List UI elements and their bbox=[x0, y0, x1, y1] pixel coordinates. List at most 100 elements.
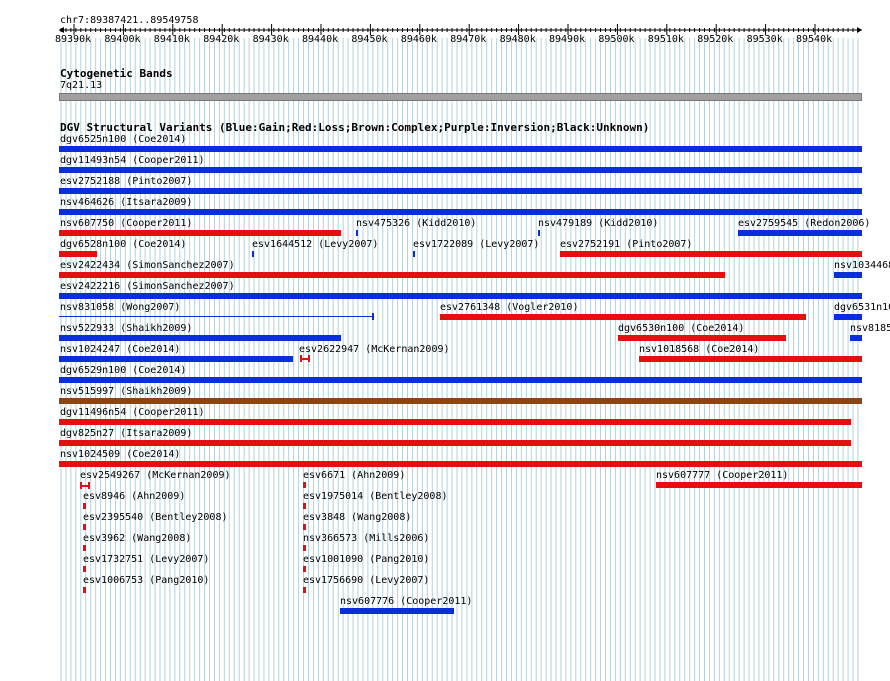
feature-bar[interactable] bbox=[59, 230, 341, 236]
feature-label: dgv825n27 (Itsara2009) bbox=[60, 428, 193, 439]
feature-label: esv2752191 (Pinto2007) bbox=[560, 239, 693, 250]
feature-bar[interactable] bbox=[59, 293, 862, 299]
feature-label: esv3962 (Wang2008) bbox=[83, 533, 192, 544]
feature-bar[interactable] bbox=[656, 482, 862, 488]
feature-bar-end-cap bbox=[88, 482, 90, 489]
dgv-track-title: DGV Structural Variants (Blue:Gain;Red:L… bbox=[60, 121, 650, 134]
feature-bar[interactable] bbox=[83, 503, 86, 509]
ruler-tick-label: 89530k bbox=[746, 34, 783, 45]
feature-bar[interactable] bbox=[59, 356, 293, 362]
ruler-tick-label: 89510k bbox=[647, 34, 684, 45]
feature-bar[interactable] bbox=[252, 251, 254, 257]
ruler-tick-label: 89440k bbox=[302, 34, 339, 45]
feature-label: nsv1018568 (Coe2014) bbox=[639, 344, 760, 355]
feature-bar[interactable] bbox=[834, 314, 862, 320]
feature-label: nsv1034468 bbox=[834, 260, 890, 271]
feature-bar[interactable] bbox=[59, 440, 851, 446]
ruler-tick-label: 89400k bbox=[104, 34, 141, 45]
feature-label: esv8946 (Ahn2009) bbox=[83, 491, 186, 502]
feature-label: esv1975014 (Bentley2008) bbox=[303, 491, 448, 502]
ruler-right-arrow bbox=[857, 27, 862, 33]
ruler-tick-label: 89420k bbox=[203, 34, 240, 45]
feature-bar[interactable] bbox=[639, 356, 862, 362]
feature-label: nsv464626 (Itsara2009) bbox=[60, 197, 193, 208]
feature-bar[interactable] bbox=[738, 230, 862, 236]
feature-bar[interactable] bbox=[59, 167, 862, 173]
feature-bar[interactable] bbox=[59, 398, 862, 404]
feature-label: nsv1024509 (Coe2014) bbox=[60, 449, 181, 460]
ruler-tick-label: 89500k bbox=[598, 34, 635, 45]
feature-bar[interactable] bbox=[59, 272, 725, 278]
feature-bar[interactable] bbox=[59, 209, 862, 215]
feature-label: esv1644512 (Levy2007) bbox=[252, 239, 379, 250]
feature-label: esv2549267 (McKernan2009) bbox=[80, 470, 231, 481]
feature-label: esv2422216 (SimonSanchez2007) bbox=[60, 281, 235, 292]
feature-label: nsv515997 (Shaikh2009) bbox=[60, 386, 193, 397]
feature-bar[interactable] bbox=[59, 146, 862, 152]
ruler-tick-label: 89390k bbox=[55, 34, 92, 45]
feature-label: esv2422434 (SimonSanchez2007) bbox=[60, 260, 235, 271]
feature-bar[interactable] bbox=[560, 251, 862, 257]
feature-bar[interactable] bbox=[59, 335, 341, 341]
ruler-tick-label: 89470k bbox=[450, 34, 487, 45]
feature-bar[interactable] bbox=[59, 377, 862, 383]
feature-label: dgv11493n54 (Cooper2011) bbox=[60, 155, 205, 166]
feature-label: esv1001090 (Pang2010) bbox=[303, 554, 430, 565]
feature-bar[interactable] bbox=[618, 335, 786, 341]
feature-label: dgv6529n100 (Coe2014) bbox=[60, 365, 187, 376]
feature-label: nsv607776 (Cooper2011) bbox=[340, 596, 473, 607]
feature-bar[interactable] bbox=[340, 608, 454, 614]
feature-bar-end-cap bbox=[372, 313, 374, 320]
ruler-tick-label: 89480k bbox=[499, 34, 536, 45]
ruler-tick-label: 89490k bbox=[549, 34, 586, 45]
feature-bar-thin[interactable] bbox=[59, 316, 373, 317]
feature-bar[interactable] bbox=[303, 566, 306, 572]
feature-bar[interactable] bbox=[538, 230, 540, 236]
feature-bar[interactable] bbox=[850, 335, 862, 341]
feature-bar[interactable] bbox=[83, 587, 86, 593]
cytoband-track-title: Cytogenetic Bands bbox=[60, 67, 173, 80]
cytoband-bar[interactable] bbox=[59, 93, 862, 101]
feature-bar[interactable] bbox=[303, 503, 306, 509]
feature-bar[interactable] bbox=[440, 314, 806, 320]
feature-label: dgv6528n100 (Coe2014) bbox=[60, 239, 187, 250]
feature-label: nsv607750 (Cooper2011) bbox=[60, 218, 193, 229]
feature-bar-end-cap bbox=[300, 355, 302, 362]
genome-browser-view: chr7:89387421..89549758 89390k 89400k 8941… bbox=[0, 0, 890, 681]
cytoband-label: 7q21.13 bbox=[60, 80, 103, 91]
feature-label: esv3848 (Wang2008) bbox=[303, 512, 412, 523]
feature-bar[interactable] bbox=[303, 587, 306, 593]
feature-bar[interactable] bbox=[303, 524, 306, 530]
feature-bar[interactable] bbox=[83, 545, 86, 551]
ruler-tick-label: 89460k bbox=[400, 34, 437, 45]
feature-label: esv1756690 (Levy2007) bbox=[303, 575, 430, 586]
feature-bar-end-cap bbox=[308, 355, 310, 362]
feature-bar[interactable] bbox=[356, 230, 358, 236]
feature-bar[interactable] bbox=[59, 461, 862, 467]
feature-bar[interactable] bbox=[303, 545, 306, 551]
ruler-tick-label: 89540k bbox=[796, 34, 833, 45]
feature-label: esv2759545 (Redon2006) bbox=[738, 218, 871, 229]
feature-bar[interactable] bbox=[59, 251, 97, 257]
feature-label: nsv522933 (Shaikh2009) bbox=[60, 323, 193, 334]
feature-bar-end-cap bbox=[80, 482, 82, 489]
feature-bar[interactable] bbox=[834, 272, 862, 278]
feature-bar[interactable] bbox=[59, 419, 851, 425]
feature-label: dgv11496n54 (Cooper2011) bbox=[60, 407, 205, 418]
feature-bar[interactable] bbox=[59, 188, 862, 194]
feature-label: nsv479189 (Kidd2010) bbox=[538, 218, 659, 229]
feature-label: dgv6531n10 bbox=[834, 302, 890, 313]
feature-label: dgv6530n100 (Coe2014) bbox=[618, 323, 745, 334]
feature-label: esv6671 (Ahn2009) bbox=[303, 470, 406, 481]
feature-bar[interactable] bbox=[83, 566, 86, 572]
feature-label: esv2761348 (Vogler2010) bbox=[440, 302, 579, 313]
feature-bar[interactable] bbox=[83, 524, 86, 530]
ruler-tick-label: 89520k bbox=[697, 34, 734, 45]
ruler-tick-label: 89430k bbox=[252, 34, 289, 45]
feature-label: esv1732751 (Levy2007) bbox=[83, 554, 210, 565]
feature-label: nsv366573 (Mills2006) bbox=[303, 533, 430, 544]
feature-bar[interactable] bbox=[413, 251, 415, 257]
feature-bar[interactable] bbox=[303, 482, 306, 488]
feature-label: esv2622947 (McKernan2009) bbox=[299, 344, 450, 355]
feature-label: nsv607777 (Cooper2011) bbox=[656, 470, 789, 481]
